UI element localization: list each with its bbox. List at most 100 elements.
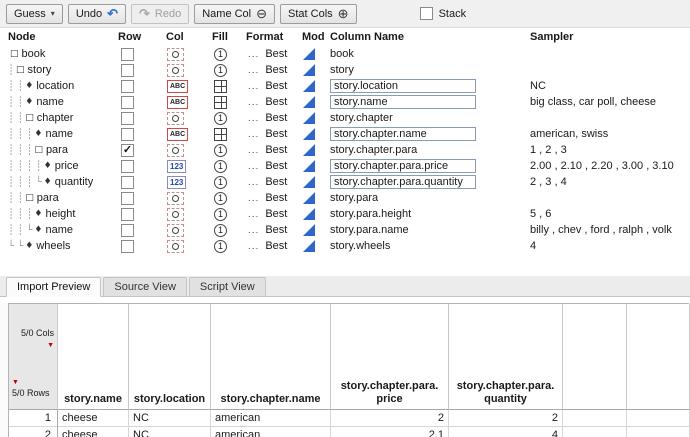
stack-checkbox[interactable]: [420, 7, 433, 20]
cell-story-location[interactable]: NC: [129, 410, 211, 427]
row-checkbox[interactable]: [121, 160, 134, 173]
row-number[interactable]: 2: [9, 427, 58, 437]
continuous-modeling-icon[interactable]: [303, 224, 315, 236]
column-name[interactable]: story.wheels: [330, 240, 390, 252]
column-name[interactable]: story.chapter.name: [330, 127, 476, 141]
format-value[interactable]: Best: [265, 176, 287, 188]
format-value[interactable]: Best: [265, 48, 287, 60]
tree-node[interactable]: └ └ ♦ wheels: [8, 238, 118, 254]
tree-node[interactable]: ┊ ┊ □ chapter: [8, 110, 118, 126]
cell-story-location[interactable]: NC: [129, 427, 211, 437]
numeric-column-icon[interactable]: 123: [167, 176, 186, 189]
format-value[interactable]: Best: [265, 240, 287, 252]
row-checkbox[interactable]: [121, 112, 134, 125]
format-ellipsis-button[interactable]: ...: [248, 65, 259, 76]
character-column-icon[interactable]: ABC: [167, 96, 188, 109]
cell-quantity[interactable]: 2: [449, 410, 563, 427]
no-column-icon[interactable]: [167, 192, 184, 205]
format-ellipsis-button[interactable]: ...: [248, 145, 259, 156]
continuous-modeling-icon[interactable]: [303, 144, 315, 156]
guess-button[interactable]: Guess ▾: [6, 4, 63, 24]
fill-once-icon[interactable]: 1: [214, 224, 227, 237]
format-value[interactable]: Best: [265, 64, 287, 76]
continuous-modeling-icon[interactable]: [303, 176, 315, 188]
format-value[interactable]: Best: [265, 208, 287, 220]
column-name[interactable]: story.chapter.para.price: [330, 159, 476, 173]
format-value[interactable]: Best: [265, 112, 287, 124]
tab-source-view[interactable]: Source View: [103, 277, 187, 296]
format-ellipsis-button[interactable]: ...: [248, 113, 259, 124]
format-ellipsis-button[interactable]: ...: [248, 241, 259, 252]
fill-repeat-icon[interactable]: [214, 80, 227, 93]
row-checkbox[interactable]: [121, 128, 134, 141]
column-header[interactable]: story.location: [129, 304, 211, 410]
continuous-modeling-icon[interactable]: [303, 128, 315, 140]
column-header[interactable]: story.chapter.name: [211, 304, 331, 410]
column-name[interactable]: story.chapter: [330, 112, 393, 124]
format-ellipsis-button[interactable]: ...: [248, 161, 259, 172]
cell-chapter-name[interactable]: american: [211, 427, 331, 437]
cell-quantity[interactable]: 4: [449, 427, 563, 437]
continuous-modeling-icon[interactable]: [303, 96, 315, 108]
tree-node[interactable]: ┊ □ story: [8, 62, 118, 78]
no-column-icon[interactable]: [167, 64, 184, 77]
continuous-modeling-icon[interactable]: [303, 64, 315, 76]
column-name[interactable]: story.location: [330, 79, 476, 93]
fill-once-icon[interactable]: 1: [214, 64, 227, 77]
cell-chapter-name[interactable]: american: [211, 410, 331, 427]
tree-node[interactable]: ┊ ┊ ┊ ♦ height: [8, 206, 118, 222]
format-ellipsis-button[interactable]: ...: [248, 97, 259, 108]
column-name[interactable]: story.chapter.para.quantity: [330, 175, 476, 189]
row-checkbox[interactable]: [121, 208, 134, 221]
tree-node[interactable]: ┊ ┊ ♦ name: [8, 94, 118, 110]
continuous-modeling-icon[interactable]: [303, 112, 315, 124]
format-ellipsis-button[interactable]: ...: [248, 193, 259, 204]
row-checkbox[interactable]: [121, 64, 134, 77]
tree-node[interactable]: ┊ ┊ ┊ □ para: [8, 142, 118, 158]
column-name[interactable]: story.para: [330, 192, 378, 204]
column-name[interactable]: story: [330, 64, 354, 76]
no-column-icon[interactable]: [167, 224, 184, 237]
format-value[interactable]: Best: [265, 80, 287, 92]
columns-menu-icon[interactable]: ▼: [47, 342, 54, 349]
fill-once-icon[interactable]: 1: [214, 208, 227, 221]
continuous-modeling-icon[interactable]: [303, 208, 315, 220]
tree-node[interactable]: ┊ ┊ ♦ location: [8, 78, 118, 94]
tree-node[interactable]: ┊ ┊ └ ♦ name: [8, 222, 118, 238]
fill-once-icon[interactable]: 1: [214, 176, 227, 189]
row-number[interactable]: 1: [9, 410, 58, 427]
cell-story-name[interactable]: cheese: [58, 427, 129, 437]
format-ellipsis-button[interactable]: ...: [248, 177, 259, 188]
no-column-icon[interactable]: [167, 240, 184, 253]
row-checkbox[interactable]: [121, 96, 134, 109]
no-column-icon[interactable]: [167, 144, 184, 157]
format-ellipsis-button[interactable]: ...: [248, 49, 259, 60]
row-checkbox[interactable]: [121, 176, 134, 189]
row-checkbox[interactable]: [121, 192, 134, 205]
cell-price[interactable]: 2: [331, 410, 449, 427]
column-name[interactable]: story.name: [330, 95, 476, 109]
tree-node[interactable]: ┊ ┊ ┊ └ ♦ quantity: [8, 174, 118, 190]
character-column-icon[interactable]: ABC: [167, 80, 188, 93]
fill-once-icon[interactable]: 1: [214, 48, 227, 61]
row-checkbox[interactable]: [121, 48, 134, 61]
no-column-icon[interactable]: [167, 112, 184, 125]
column-name[interactable]: story.para.height: [330, 208, 411, 220]
column-header[interactable]: story.name: [58, 304, 129, 410]
continuous-modeling-icon[interactable]: [303, 240, 315, 252]
redo-button[interactable]: ↷ Redo: [131, 4, 189, 24]
table-corner[interactable]: 5/0 Cols ▼ ▼ 5/0 Rows: [9, 304, 58, 410]
format-value[interactable]: Best: [265, 192, 287, 204]
tree-node[interactable]: ┊ ┊ ┊ ♦ name: [8, 126, 118, 142]
row-checkbox[interactable]: ✓: [121, 144, 134, 157]
format-ellipsis-button[interactable]: ...: [248, 209, 259, 220]
tab-import-preview[interactable]: Import Preview: [6, 277, 101, 297]
fill-repeat-icon[interactable]: [214, 128, 227, 141]
format-value[interactable]: Best: [265, 96, 287, 108]
column-name[interactable]: book: [330, 48, 354, 60]
undo-button[interactable]: Undo ↶: [68, 4, 126, 24]
fill-once-icon[interactable]: 1: [214, 112, 227, 125]
tree-node[interactable]: □ book: [8, 46, 118, 62]
row-checkbox[interactable]: [121, 240, 134, 253]
tree-node[interactable]: ┊ ┊ □ para: [8, 190, 118, 206]
